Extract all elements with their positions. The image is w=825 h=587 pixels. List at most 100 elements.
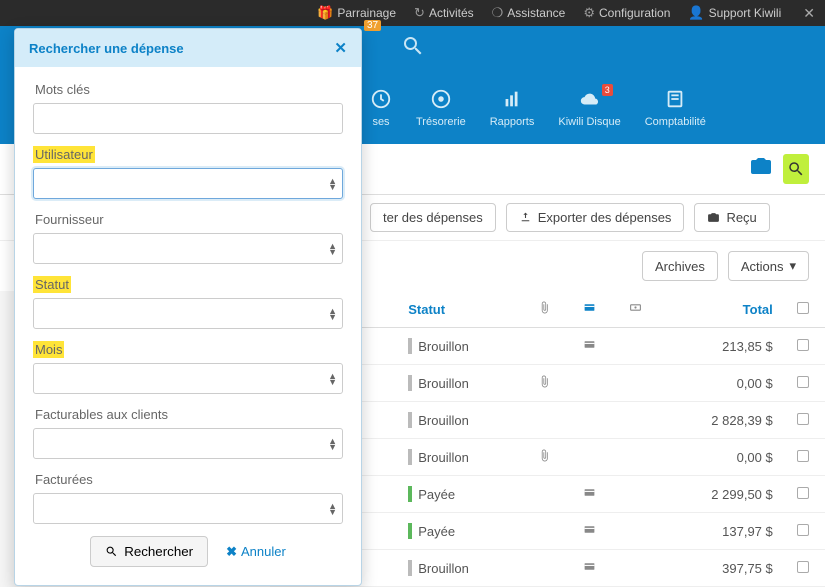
label-invoiced: Facturées [33, 471, 95, 488]
spinner-icon[interactable]: ▲▼ [328, 308, 337, 320]
btn-label: Exporter des dépenses [538, 210, 672, 225]
cell-clip [521, 439, 567, 476]
topnav-assistance[interactable]: ❍Assistance [492, 5, 566, 21]
nav-rapports[interactable]: Rapports [490, 88, 535, 128]
col-total[interactable]: Total [658, 291, 780, 328]
cell-cash [613, 328, 659, 365]
modal-header: Rechercher une dépense ✕ [15, 29, 361, 67]
cell-card [567, 328, 613, 365]
btn-label: Archives [655, 259, 705, 274]
badge-3: 3 [602, 84, 613, 96]
cell-check[interactable] [781, 476, 825, 513]
paperclip-icon [538, 376, 551, 391]
cell-clip [521, 513, 567, 550]
spinner-icon[interactable]: ▲▼ [328, 243, 337, 255]
nav-disque[interactable]: 3 Kiwili Disque [558, 88, 620, 128]
caret-down-icon: ▾ [789, 258, 796, 274]
cell-status: Payée [400, 476, 521, 513]
camera-icon[interactable] [749, 154, 773, 184]
archives-button[interactable]: Archives [642, 251, 718, 281]
topnav-label: Activités [429, 6, 474, 20]
actions-dropdown[interactable]: Actions ▾ [728, 251, 809, 281]
cell-card [567, 513, 613, 550]
search-icon[interactable] [401, 34, 425, 64]
spinner-icon[interactable]: ▲▼ [328, 178, 337, 190]
modal-close-icon[interactable]: ✕ [334, 39, 347, 57]
topnav-label: Assistance [507, 6, 565, 20]
month-select[interactable] [33, 363, 343, 394]
user-select[interactable] [33, 168, 343, 199]
col-cash-icon[interactable] [613, 291, 659, 328]
spinner-icon[interactable]: ▲▼ [328, 503, 337, 515]
cell-check[interactable] [781, 402, 825, 439]
supplier-select[interactable] [33, 233, 343, 264]
export-expenses-button[interactable]: Exporter des dépenses [506, 203, 685, 232]
nav-label: Rapports [490, 116, 535, 128]
cell-check[interactable] [781, 439, 825, 476]
cell-cash [613, 365, 659, 402]
search-button[interactable]: Rechercher [90, 536, 208, 567]
cell-check[interactable] [781, 550, 825, 587]
cell-total: 397,75 $ [658, 550, 780, 587]
cell-total: 2 299,50 $ [658, 476, 780, 513]
invoiced-select[interactable] [33, 493, 343, 524]
label-supplier: Fournisseur [33, 211, 106, 228]
col-attachment-icon[interactable] [521, 291, 567, 328]
cell-card [567, 476, 613, 513]
nav-label: ses [372, 116, 389, 128]
btn-label: ter des dépenses [383, 210, 483, 225]
col-checkbox[interactable] [781, 291, 825, 328]
nav-label: Trésorerie [416, 116, 466, 128]
topnav-label: Parrainage [337, 6, 396, 20]
cell-status: Brouillon [400, 402, 521, 439]
top-nav: 🎁Parrainage ↻Activités ❍Assistance ⚙Conf… [0, 0, 825, 26]
topnav-parrainage[interactable]: 🎁Parrainage [317, 5, 396, 21]
spinner-icon[interactable]: ▲▼ [328, 438, 337, 450]
cell-card [567, 402, 613, 439]
topnav-activites[interactable]: ↻Activités [414, 5, 474, 21]
cell-clip [521, 476, 567, 513]
card-icon [583, 561, 596, 576]
keywords-input[interactable] [33, 103, 343, 134]
spinner-icon[interactable]: ▲▼ [328, 373, 337, 385]
close-icon[interactable]: ✕ [803, 5, 815, 22]
cancel-link[interactable]: ✖Annuler [226, 544, 286, 560]
paperclip-icon [538, 450, 551, 465]
status-bar-icon [408, 412, 412, 428]
nav-depenses[interactable]: ses [370, 88, 392, 128]
col-status[interactable]: Statut [400, 291, 521, 328]
cell-total: 213,85 $ [658, 328, 780, 365]
card-icon [583, 487, 596, 502]
cell-check[interactable] [781, 513, 825, 550]
cell-status: Brouillon [400, 439, 521, 476]
search-highlight-icon[interactable] [783, 154, 809, 184]
nav-tresorerie[interactable]: Trésorerie [416, 88, 466, 128]
cell-clip [521, 365, 567, 402]
link-label: Annuler [241, 544, 286, 559]
search-expense-modal: Rechercher une dépense ✕ Mots clés Utili… [14, 28, 362, 586]
card-icon [583, 339, 596, 354]
billable-select[interactable] [33, 428, 343, 459]
status-bar-icon [408, 523, 412, 539]
cell-check[interactable] [781, 328, 825, 365]
label-status: Statut [33, 276, 71, 293]
label-keywords: Mots clés [33, 81, 92, 98]
cell-total: 2 828,39 $ [658, 402, 780, 439]
btn-label: Actions [741, 259, 784, 274]
topnav-label: Configuration [599, 6, 670, 20]
modal-title: Rechercher une dépense [29, 41, 184, 56]
nav-comptabilite[interactable]: Comptabilité [645, 88, 706, 128]
cell-cash [613, 439, 659, 476]
import-expenses-button[interactable]: ter des dépenses [370, 203, 496, 232]
col-card-icon[interactable] [567, 291, 613, 328]
cell-clip [521, 402, 567, 439]
cell-clip [521, 550, 567, 587]
status-select[interactable] [33, 298, 343, 329]
topnav-support[interactable]: 👤Support Kiwili [688, 5, 781, 21]
status-bar-icon [408, 375, 412, 391]
card-icon [583, 524, 596, 539]
topnav-configuration[interactable]: ⚙Configuration [583, 5, 670, 21]
receipt-button[interactable]: Reçu [694, 203, 769, 232]
cell-total: 0,00 $ [658, 439, 780, 476]
cell-check[interactable] [781, 365, 825, 402]
